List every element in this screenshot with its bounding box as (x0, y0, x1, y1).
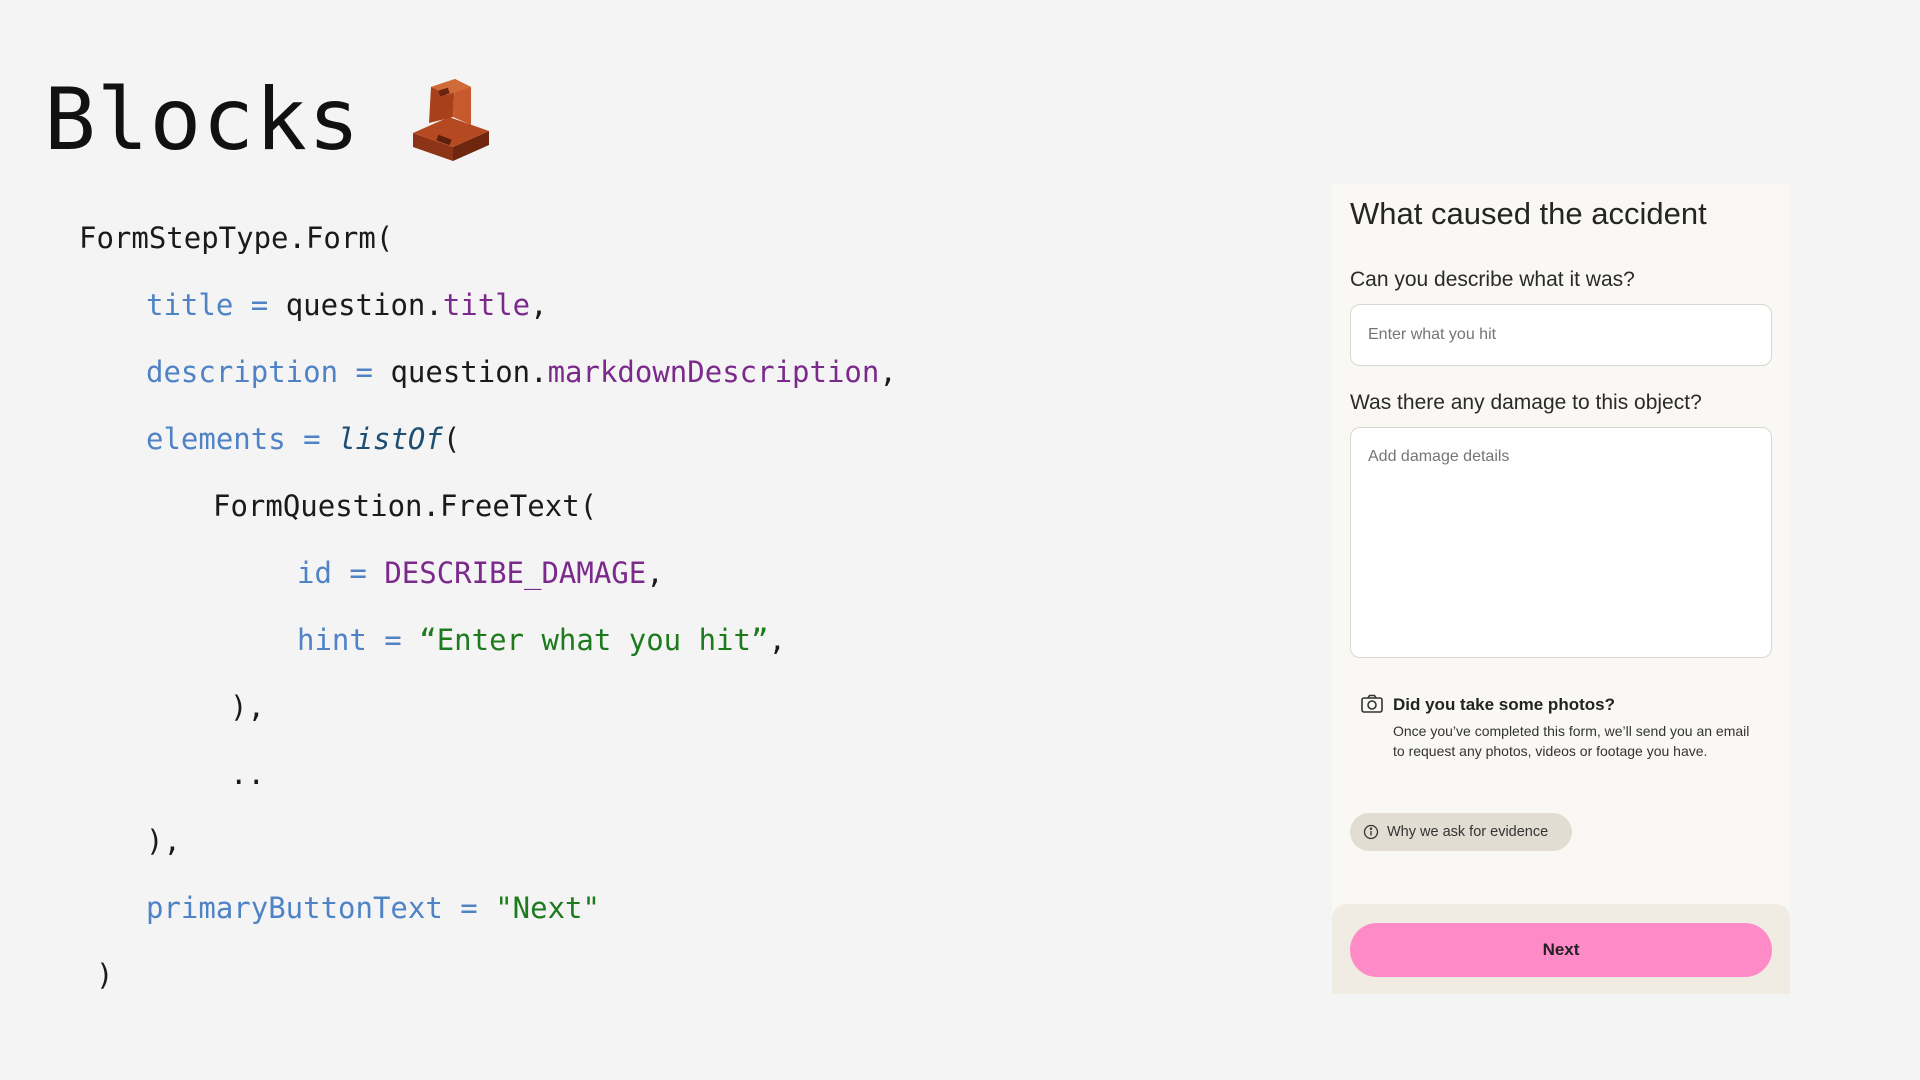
code-line-4: elements = listOf( (146, 422, 461, 456)
evidence-info-chip[interactable]: Why we ask for evidence (1350, 813, 1572, 851)
code-line-3: description = question.markdownDescripti… (146, 355, 897, 389)
what-you-hit-input[interactable] (1350, 304, 1772, 366)
brick-icon (409, 77, 493, 163)
slide-title-text: Blocks (44, 70, 361, 170)
code-line-5: FormQuestion.FreeText( (213, 489, 598, 523)
info-icon (1363, 824, 1379, 840)
code-line-1: FormStepType.Form( (79, 221, 394, 255)
form-title: What caused the accident (1350, 196, 1707, 231)
code-line-12: ) (96, 958, 114, 992)
evidence-chip-label: Why we ask for evidence (1387, 824, 1549, 840)
next-button[interactable]: Next (1350, 923, 1772, 977)
question-damage-label: Was there any damage to this object? (1350, 391, 1702, 414)
question-what-label: Can you describe what it was? (1350, 268, 1635, 291)
code-line-11: primaryButtonText = "Next" (146, 891, 600, 925)
code-line-7: hint = “Enter what you hit”, (297, 623, 786, 657)
photos-info-title: Did you take some photos? (1393, 695, 1615, 714)
photos-info-body: Once you’ve completed this form, we’ll s… (1393, 723, 1750, 759)
form-footer: Next (1332, 904, 1790, 994)
form-preview-panel: What caused the accident Can you describ… (1332, 184, 1790, 994)
code-line-2: title = question.title, (146, 288, 548, 322)
slide-title: Blocks (44, 70, 493, 170)
code-line-9: .. (230, 757, 265, 791)
code-line-8: ), (230, 690, 265, 724)
camera-icon (1360, 692, 1384, 716)
code-line-10: ), (146, 824, 181, 858)
code-block: FormStepType.Form( title = question.titl… (79, 210, 897, 1014)
damage-details-textarea[interactable] (1350, 427, 1772, 658)
code-line-6: id = DESCRIBE_DAMAGE, (297, 556, 664, 590)
